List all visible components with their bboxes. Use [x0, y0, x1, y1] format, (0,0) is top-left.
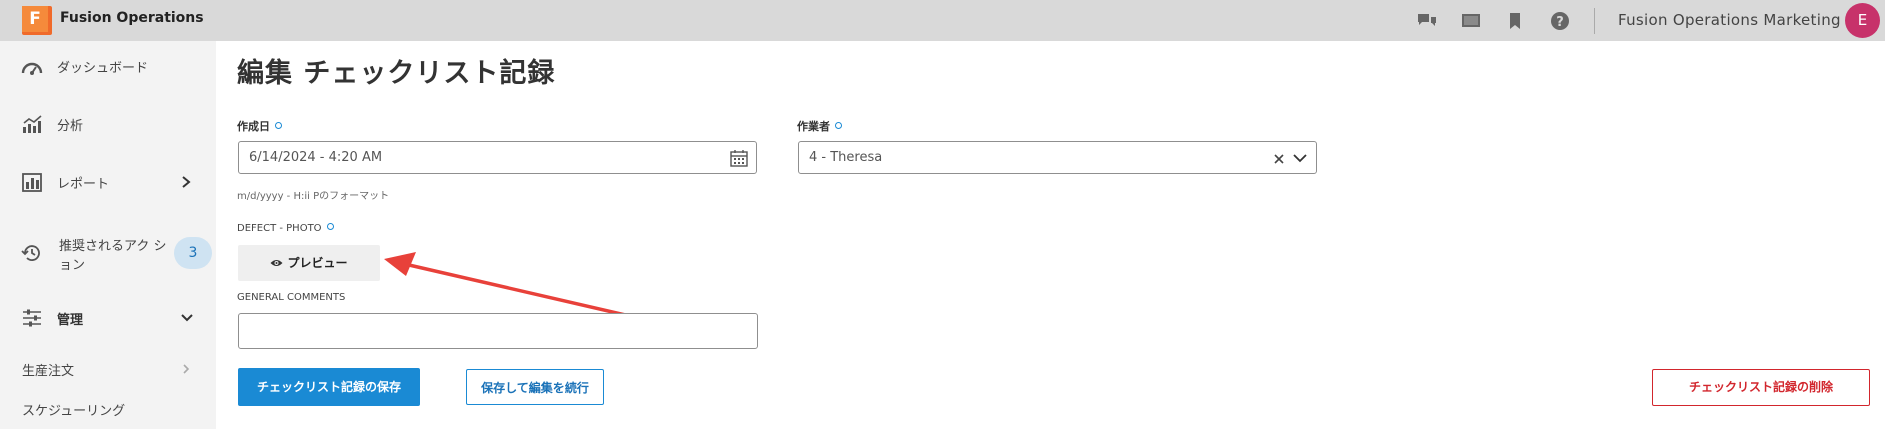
save-checklist-record-button[interactable]: チェックリスト記録の保存 [238, 368, 420, 406]
defect-photo-label: DEFECT - PHOTO [237, 223, 334, 234]
sidebar-item-label: 分析 [57, 119, 84, 134]
top-bar: F Fusion Operations ? Fusion Operations … [0, 0, 1885, 41]
sidebar-item-label: 生産注文 [22, 364, 75, 379]
sidebar-item-production-orders[interactable]: 生産注文 [0, 360, 216, 382]
sidebar-item-management[interactable]: 管理 [0, 309, 216, 333]
created-date-input[interactable]: 6/14/2024 - 4:20 AM [238, 141, 757, 174]
worker-value: 4 - Theresa [809, 150, 883, 165]
bookmark-icon[interactable] [1505, 12, 1525, 30]
help-icon[interactable]: ? [1550, 11, 1570, 31]
main-content: 編集 チェックリスト記録 作成日 6/14/2024 - 4:20 AM m/d… [216, 41, 1885, 429]
chevron-right-icon [182, 176, 191, 188]
screen-icon[interactable] [1461, 12, 1481, 30]
user-avatar[interactable]: E [1845, 3, 1880, 38]
logo-letter: F [22, 6, 48, 32]
app-title[interactable]: Fusion Operations [60, 10, 204, 26]
history-icon [21, 245, 40, 261]
chat-icon[interactable] [1417, 12, 1437, 30]
report-icon [22, 173, 42, 192]
sidebar-item-label: 推奨されるアク シ [59, 239, 167, 254]
chevron-down-icon [181, 314, 193, 322]
save-and-continue-button[interactable]: 保存して編集を続行 [466, 369, 604, 405]
dashboard-icon [21, 62, 43, 75]
sidebar-item-scheduling[interactable]: スケジューリング [0, 400, 216, 422]
sidebar-item-label: レポート [57, 177, 110, 192]
chevron-right-icon [183, 364, 190, 374]
sidebar-item-label-continued: ョン [59, 258, 86, 273]
calendar-icon[interactable] [730, 149, 748, 167]
required-indicator-icon [835, 122, 842, 129]
clear-icon[interactable] [1274, 154, 1284, 164]
count-badge: 3 [174, 237, 212, 269]
required-indicator-icon [326, 223, 334, 230]
sliders-icon [23, 309, 41, 327]
sidebar-item-dashboard[interactable]: ダッシュボード [0, 57, 216, 81]
general-comments-label: GENERAL COMMENTS [237, 292, 346, 303]
analytics-icon [23, 115, 42, 133]
eye-icon [270, 260, 283, 266]
created-date-value: 6/14/2024 - 4:20 AM [249, 150, 383, 165]
preview-label: プレビュー [287, 256, 348, 270]
sidebar-item-analytics[interactable]: 分析 [0, 115, 216, 139]
sidebar-item-label: ダッシュボード [57, 61, 149, 76]
sidebar-item-reports[interactable]: レポート [0, 173, 216, 197]
general-comments-input[interactable] [238, 313, 758, 349]
page-title: 編集 チェックリスト記録 [237, 58, 556, 89]
sidebar: ダッシュボード 分析 レポート 推奨されるアク シ ョン 3 管理 生産注文 ス… [0, 41, 216, 429]
worker-select[interactable]: 4 - Theresa [798, 141, 1317, 174]
svg-text:?: ? [1556, 15, 1564, 30]
chevron-down-icon[interactable] [1292, 152, 1308, 164]
worker-label: 作業者 [797, 118, 842, 134]
organization-name[interactable]: Fusion Operations Marketing [1618, 11, 1841, 29]
sidebar-item-label: 管理 [57, 313, 84, 328]
sidebar-item-label: スケジューリング [22, 404, 126, 419]
required-indicator-icon [275, 122, 282, 129]
fusion-logo[interactable]: F [22, 6, 52, 35]
delete-checklist-record-button[interactable]: チェックリスト記録の削除 [1652, 369, 1870, 406]
sidebar-item-recommended-actions[interactable]: 推奨されるアク シ ョン 3 [0, 233, 216, 273]
date-format-hint: m/d/yyyy - H:ii Pのフォーマット [237, 191, 390, 202]
header-divider [1594, 8, 1595, 34]
created-date-label: 作成日 [237, 118, 282, 134]
